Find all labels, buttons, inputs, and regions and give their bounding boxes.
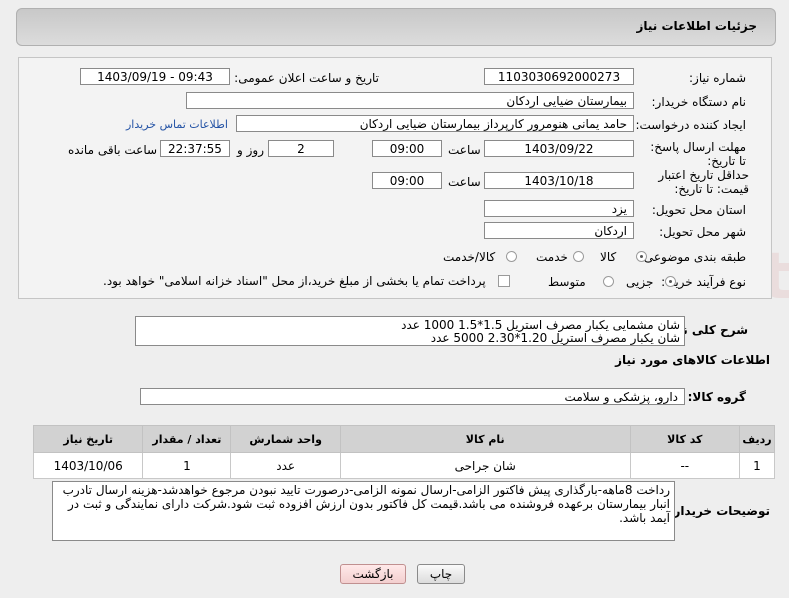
validity-date-field: 1403/10/18 — [484, 172, 634, 189]
col-date: تاریخ نیاز — [32, 425, 144, 453]
treasury-payment-checkbox[interactable] — [498, 275, 510, 287]
contact-info-link[interactable]: اطلاعات تماس خریدار — [126, 118, 228, 131]
process-radio-medium[interactable] — [603, 276, 614, 287]
city-field: اردکان — [484, 222, 634, 239]
process-option-medium: متوسط — [548, 275, 586, 289]
col-qty: تعداد / مقدار — [142, 425, 232, 453]
print-button[interactable]: چاپ — [417, 564, 465, 584]
remaining-time-field: 22:37:55 — [160, 140, 230, 157]
description-textarea[interactable]: شان مشمایی یکبار مصرف استریل 1.5*1.5 100… — [135, 316, 685, 346]
validity-time-label: ساعت — [448, 175, 481, 189]
creator-label: ایجاد کننده درخواست: — [635, 118, 746, 132]
goods-section-title: اطلاعات کالاهای مورد نیاز — [615, 353, 770, 367]
cell-qty: 1 — [142, 452, 232, 479]
back-button[interactable]: بازگشت — [340, 564, 406, 584]
cell-row: 1 — [738, 452, 776, 479]
cell-date: 1403/10/06 — [32, 452, 144, 479]
col-unit: واحد شمارش — [230, 425, 341, 453]
page-header: جزئیات اطلاعات نیاز — [16, 8, 776, 46]
description-line-2: شان یکبار مصرف استریل 1.20*2.30 5000 عدد — [430, 331, 680, 345]
province-field: یزد — [484, 200, 634, 217]
table-row[interactable]: 1 -- شان جراحی عدد 1 1403/10/06 — [32, 452, 776, 479]
category-radio-both[interactable] — [506, 251, 517, 262]
goods-table: ردیف کد کالا نام کالا واحد شمارش تعداد /… — [32, 425, 776, 479]
buyer-notes-textarea[interactable]: رداخت 8ماهه-بارگذاری پیش فاکتور الزامی-ا… — [52, 481, 675, 541]
category-option-goods: کالا — [600, 250, 617, 264]
table-header-row: ردیف کد کالا نام کالا واحد شمارش تعداد /… — [32, 425, 776, 453]
announce-field: 1403/09/19 - 09:43 — [80, 68, 230, 85]
buyer-org-label: نام دستگاه خریدار: — [651, 95, 747, 109]
creator-field: حامد یمانی هنومرور کارپرداز بیمارستان ضی… — [236, 115, 634, 132]
category-radio-service[interactable] — [573, 251, 584, 262]
category-radio-goods[interactable] — [636, 251, 647, 262]
page-title: جزئیات اطلاعات نیاز — [636, 19, 757, 33]
goods-group-label: گروه کالا: — [687, 390, 746, 404]
validity-time-field: 09:00 — [372, 172, 442, 189]
treasury-payment-note: پرداخت تمام یا بخشی از مبلغ خرید،از محل … — [103, 274, 486, 288]
reply-date-field: 1403/09/22 — [484, 140, 634, 157]
col-row: ردیف — [738, 425, 776, 453]
cell-name: شان جراحی — [339, 452, 631, 479]
process-radio-minor[interactable] — [665, 276, 676, 287]
col-name: نام کالا — [339, 425, 631, 453]
reply-time-field: 09:00 — [372, 140, 442, 157]
need-number-label: شماره نیاز: — [689, 71, 746, 85]
goods-group-field: دارو، پزشکی و سلامت — [140, 388, 685, 405]
category-option-both: کالا/خدمت — [443, 250, 496, 264]
buyer-notes-label: توضیحات خریدار: — [668, 504, 770, 518]
days-label: روز و — [237, 143, 264, 157]
announce-label: تاریخ و ساعت اعلان عمومی: — [234, 71, 379, 85]
need-number-field: 1103030692000273 — [484, 68, 634, 85]
reply-time-label: ساعت — [448, 143, 481, 157]
category-option-service: خدمت — [536, 250, 568, 264]
price-validity-label: حداقل تاریخ اعتبار قیمت: تا تاریخ: — [658, 168, 749, 196]
reply-deadline-label: مهلت ارسال پاسخ: تا تاریخ: — [650, 140, 746, 168]
process-option-minor: جزیی — [626, 275, 654, 289]
cell-unit: عدد — [230, 452, 341, 479]
days-field: 2 — [268, 140, 334, 157]
remaining-label: ساعت باقی مانده — [68, 143, 158, 157]
city-label: شهر محل تحویل: — [659, 225, 746, 239]
province-label: استان محل تحویل: — [651, 203, 746, 217]
category-label: طبقه بندی موضوعی: — [639, 250, 746, 264]
col-code: کد کالا — [629, 425, 740, 453]
buyer-org-field: بیمارستان ضیایی اردکان — [186, 92, 634, 109]
cell-code: -- — [629, 452, 740, 479]
